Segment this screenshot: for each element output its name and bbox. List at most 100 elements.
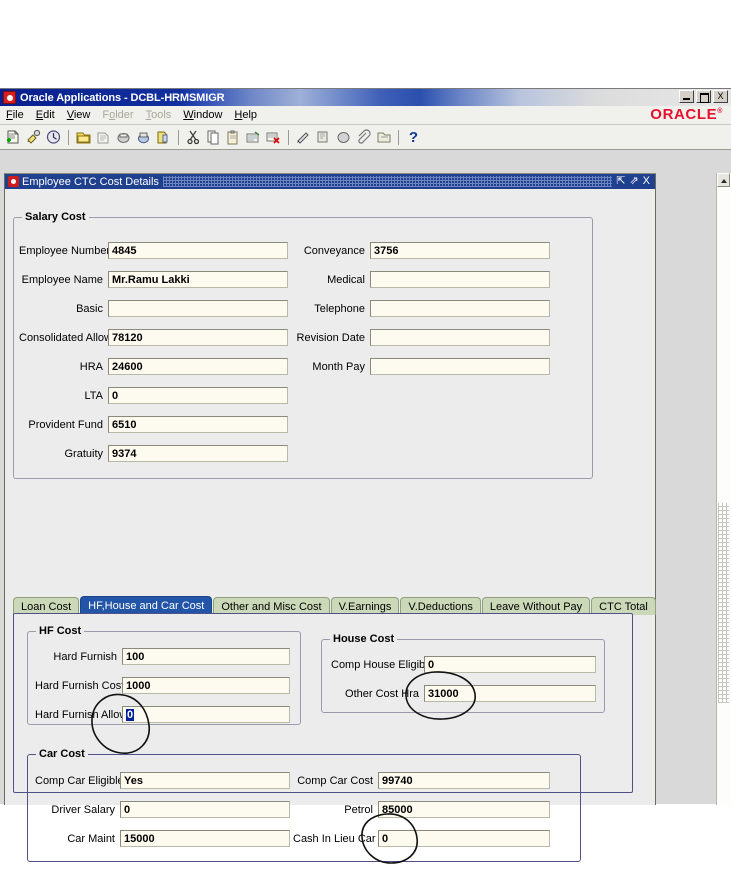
save-icon[interactable] — [74, 128, 93, 147]
menu-edit[interactable]: Edit — [30, 108, 61, 122]
oracle-applications-window: Oracle Applications - DCBL-HRMSMIGR X Fi… — [0, 88, 731, 804]
field-telephone: Telephone — [285, 300, 550, 317]
employee-ctc-cost-details-window: Employee CTC Cost Details ⇱ ⇗ X Salary C… — [4, 173, 656, 805]
paste-icon[interactable] — [224, 128, 243, 147]
label-other-cost-hra: Other Cost Hra — [331, 688, 424, 700]
menu-view[interactable]: View — [61, 108, 97, 122]
field-conveyance: Conveyance 3756 — [285, 242, 550, 259]
input-telephone[interactable] — [370, 300, 550, 317]
zoom-icon[interactable] — [314, 128, 333, 147]
toolbar-separator — [398, 130, 399, 145]
field-revision-date: Revision Date — [285, 329, 550, 346]
input-other-cost-hra[interactable]: 31000 — [424, 685, 596, 702]
toolbar-separator — [288, 130, 289, 145]
label-comp-house-eligible: Comp House Eligible — [331, 659, 424, 671]
input-hard-furnish[interactable]: 100 — [122, 648, 290, 665]
window-title: Oracle Applications - DCBL-HRMSMIGR — [20, 92, 225, 104]
restore-icon[interactable]: ⇱ — [616, 176, 625, 187]
clear-record-icon[interactable] — [244, 128, 263, 147]
label-month-pay: Month Pay — [285, 361, 370, 373]
form-icon — [8, 176, 19, 187]
input-comp-car-cost[interactable]: 99740 — [378, 772, 550, 789]
input-comp-house-eligible[interactable]: 0 — [424, 656, 596, 673]
print-icon[interactable] — [114, 128, 133, 147]
translations-icon[interactable] — [334, 128, 353, 147]
input-revision-date[interactable] — [370, 329, 550, 346]
label-basic: Basic — [19, 303, 108, 315]
scrollbar-thumb[interactable] — [718, 503, 729, 703]
new-icon[interactable] — [4, 128, 23, 147]
maximize-icon[interactable]: ⇗ — [629, 176, 638, 187]
salary-cost-legend: Salary Cost — [22, 211, 89, 223]
next-step-icon[interactable] — [94, 128, 113, 147]
input-employee-number[interactable]: 4845 — [108, 242, 288, 259]
input-month-pay[interactable] — [370, 358, 550, 375]
cut-icon[interactable] — [184, 128, 203, 147]
tab-strip: Loan Cost HF,House and Car Cost Other an… — [13, 595, 633, 615]
input-conveyance[interactable]: 3756 — [370, 242, 550, 259]
field-hard-furnish-allow: Hard Furnish Allow 0 — [35, 706, 290, 723]
inner-window-title: Employee CTC Cost Details — [22, 176, 159, 188]
label-cash-in-lieu-car: Cash In Lieu Car — [293, 833, 378, 845]
label-lta: LTA — [19, 390, 108, 402]
folder-open-icon[interactable] — [374, 128, 393, 147]
titlebar-hatch-pattern — [163, 176, 612, 187]
close-button[interactable]: X — [713, 90, 728, 103]
label-consolidated-allow: Consolidated Allow — [19, 332, 108, 344]
input-medical[interactable] — [370, 271, 550, 288]
label-provident-fund: Provident Fund — [19, 419, 108, 431]
field-hard-furnish: Hard Furnish 100 — [35, 648, 290, 665]
menu-file[interactable]: File — [0, 108, 30, 122]
input-lta[interactable]: 0 — [108, 387, 288, 404]
delete-record-icon[interactable] — [264, 128, 283, 147]
input-hard-furnish-allow[interactable]: 0 — [122, 706, 290, 723]
label-hard-furnish-cost: Hard Furnish Cost — [35, 680, 122, 692]
scroll-up-arrow-icon[interactable] — [717, 173, 730, 187]
field-hra: HRA 24600 — [19, 358, 288, 375]
input-employee-name[interactable]: Mr.Ramu Lakki — [108, 271, 288, 288]
window-titlebar: Oracle Applications - DCBL-HRMSMIGR X — [0, 89, 731, 106]
help-icon[interactable]: ? — [404, 128, 423, 147]
label-employee-name: Employee Name — [19, 274, 108, 286]
input-hard-furnish-cost[interactable]: 1000 — [122, 677, 290, 694]
minimize-button[interactable] — [679, 90, 694, 103]
label-comp-car-cost: Comp Car Cost — [293, 775, 378, 787]
field-medical: Medical — [285, 271, 550, 288]
vertical-scrollbar[interactable] — [716, 173, 731, 805]
label-driver-salary: Driver Salary — [35, 804, 120, 816]
copy-icon[interactable] — [204, 128, 223, 147]
maximize-button[interactable] — [696, 90, 711, 103]
field-comp-house-eligible: Comp House Eligible 0 — [331, 656, 596, 673]
menu-help[interactable]: Help — [228, 108, 263, 122]
input-car-maint[interactable]: 15000 — [120, 830, 290, 847]
input-gratuity[interactable]: 9374 — [108, 445, 288, 462]
label-employee-number: Employee Number — [19, 245, 108, 257]
label-comp-car-eligible: Comp Car Eligible — [35, 775, 120, 787]
folder-tools-icon[interactable] — [154, 128, 173, 147]
edit-icon[interactable] — [294, 128, 313, 147]
label-petrol: Petrol — [293, 804, 378, 816]
input-consolidated-allow[interactable]: 78120 — [108, 329, 288, 346]
field-lta: LTA 0 — [19, 387, 288, 404]
input-comp-car-eligible[interactable]: Yes — [120, 772, 290, 789]
menu-folder: Folder — [96, 108, 139, 122]
hf-cost-legend: HF Cost — [36, 625, 84, 637]
field-basic: Basic — [19, 300, 288, 317]
field-car-maint: Car Maint 15000 — [35, 830, 290, 847]
close-form-icon[interactable] — [134, 128, 153, 147]
field-other-cost-hra: Other Cost Hra 31000 — [331, 685, 596, 702]
input-cash-in-lieu-car[interactable]: 0 — [378, 830, 550, 847]
input-basic[interactable] — [108, 300, 288, 317]
house-cost-legend: House Cost — [330, 633, 397, 645]
label-hard-furnish-allow: Hard Furnish Allow — [35, 709, 122, 721]
input-hra[interactable]: 24600 — [108, 358, 288, 375]
attachments-icon[interactable] — [354, 128, 373, 147]
field-month-pay: Month Pay — [285, 358, 550, 375]
close-icon[interactable]: X — [643, 176, 650, 187]
show-navigator-icon[interactable] — [44, 128, 63, 147]
find-icon[interactable] — [24, 128, 43, 147]
oracle-app-icon — [3, 91, 16, 104]
menu-window[interactable]: Window — [177, 108, 228, 122]
label-conveyance: Conveyance — [285, 245, 370, 257]
input-provident-fund[interactable]: 6510 — [108, 416, 288, 433]
